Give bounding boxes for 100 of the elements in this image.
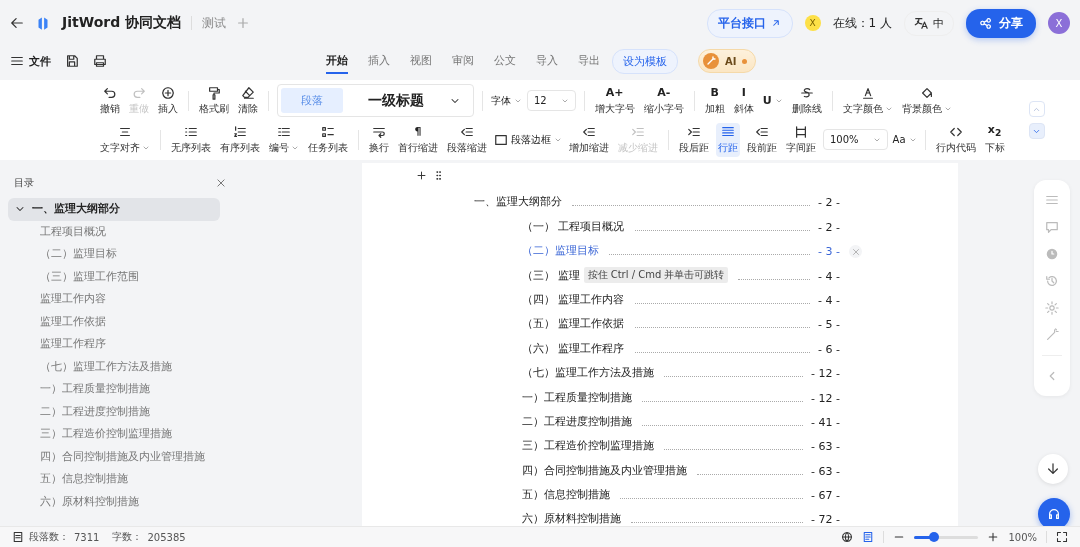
redo-icon [132, 85, 146, 100]
toc-entry[interactable]: 二）工程进度控制措施 [522, 413, 632, 429]
toolbar-button[interactable]: 插入 [156, 83, 180, 118]
page-number: - 5 - [818, 318, 840, 332]
document-icon [12, 531, 24, 543]
ribbon-tab[interactable]: 开始 [326, 48, 348, 74]
page-view-icon[interactable] [862, 531, 875, 543]
text-color-icon [860, 85, 875, 100]
toc-entry[interactable]: （二）监理目标 [522, 243, 599, 259]
toolbar-button[interactable]: 清除 [236, 83, 260, 118]
toolbar-button[interactable]: 格式刷 [197, 83, 231, 118]
underline-button[interactable]: U [760, 91, 785, 110]
select-field[interactable]: 12 [527, 90, 576, 111]
toc-entry[interactable]: （三） 监理 [522, 267, 581, 283]
outline-item[interactable]: 二）工程进度控制措施 [8, 400, 232, 423]
print-button[interactable] [93, 54, 107, 68]
outline-item[interactable]: 六）原材料控制措施 [8, 490, 232, 513]
toolbar-button[interactable]: ¶ 首行缩进 [396, 122, 440, 157]
dropdown[interactable]: Aa [892, 134, 917, 145]
outline-item[interactable]: 监理工作内容 [8, 288, 232, 311]
toolbar-button[interactable]: 无序列表 [169, 122, 213, 157]
back-button[interactable] [10, 16, 24, 30]
share-button[interactable]: 分享 [966, 8, 1036, 38]
toolbar-button[interactable]: B 加粗 [702, 83, 727, 118]
toolbar-button[interactable]: 增加缩进 [567, 122, 611, 157]
toolbar-button[interactable]: 撤销 [98, 83, 122, 118]
toolbar-button[interactable]: 段后距 [677, 122, 711, 157]
border-dropdown[interactable]: 段落边框 [494, 132, 562, 147]
menu-icon [10, 54, 24, 68]
select-field[interactable]: 100% [823, 129, 888, 150]
toc-entry[interactable]: 三）工程造价控制监理措施 [522, 438, 654, 454]
outline-item[interactable]: 四）合同控制措施及内业管理措施 [8, 445, 232, 468]
strikethrough-icon [799, 85, 814, 100]
page-number: - 41 - [811, 415, 840, 429]
toc-entry[interactable]: 一、监理大纲部分 [474, 194, 562, 210]
outline-item[interactable]: 一）工程质量控制措施 [8, 378, 232, 401]
toolbar-button[interactable]: 文字颜色 [840, 83, 895, 118]
page-number: - 12 - [811, 391, 840, 405]
user-avatar[interactable]: X [1048, 12, 1070, 34]
toc-entry[interactable]: 一）工程质量控制措施 [522, 389, 632, 405]
headset-icon [1047, 507, 1061, 521]
toc-entry[interactable]: 四）合同控制措施及内业管理措施 [522, 462, 687, 478]
scroll-down-button[interactable] [1038, 454, 1068, 484]
document-tab[interactable]: 测试 [202, 14, 227, 32]
toolbar-button[interactable]: 段前距 [745, 122, 779, 157]
toc-entry[interactable]: 六）原材料控制措施 [522, 511, 621, 526]
paragraph-style-select[interactable]: 段落 一级标题 [277, 84, 474, 117]
toolbar-button[interactable]: 背景颜色 [899, 83, 954, 118]
toolbar-button[interactable]: 字间距 [784, 122, 818, 157]
outline-item[interactable]: 工程项目概况 [8, 220, 232, 243]
add-block-icon[interactable] [416, 169, 427, 181]
ribbon-tab[interactable]: 插入 [368, 48, 390, 74]
globe-icon[interactable] [841, 531, 854, 543]
outline-item[interactable]: （二）监理目标 [8, 243, 232, 266]
ribbon-tab[interactable]: 导出 [578, 48, 600, 74]
toc-entry[interactable]: （六） 监理工作程序 [522, 340, 625, 356]
close-button[interactable] [216, 178, 226, 188]
outline-item[interactable]: （三）监理工作范围 [8, 265, 232, 288]
toolbar-button[interactable]: 文字对齐 [98, 122, 152, 157]
support-button[interactable] [1038, 498, 1070, 526]
outline-item[interactable]: 五）信息控制措施 [8, 468, 232, 491]
fullscreen-button[interactable] [1056, 531, 1068, 543]
toolbar-button[interactable]: 有序列表 [218, 122, 262, 157]
ribbon-tab[interactable]: 审阅 [452, 48, 474, 74]
toc-entry[interactable]: （四） 监理工作内容 [522, 291, 625, 307]
toolbar-button[interactable]: 行内代码 [933, 122, 978, 157]
dropdown[interactable]: 字体 [491, 93, 522, 108]
toolbar-button[interactable]: 任务列表 [306, 122, 350, 157]
outline-item[interactable]: 一、监理大纲部分 [8, 198, 220, 221]
toolbar-button[interactable]: 编号 [267, 122, 301, 157]
toolbar-button[interactable]: 行距 [716, 122, 740, 157]
toolbar-button[interactable]: I 斜体 [731, 83, 756, 118]
save-button[interactable] [65, 54, 79, 68]
page-number: - 4 - [818, 293, 840, 307]
toolbar-button[interactable]: A- 缩小字号 [641, 83, 686, 118]
toolbar-button[interactable]: 换行 [367, 122, 391, 157]
file-menu[interactable]: 文件 [10, 53, 51, 69]
remove-link-button[interactable] [849, 245, 862, 259]
toolbar-button[interactable]: A+ 增大字号 [592, 83, 637, 118]
outline-item[interactable]: 监理工作程序 [8, 333, 232, 356]
toc-entry[interactable]: （七）监理工作方法及措施 [522, 365, 654, 381]
toolbar-button[interactable]: 段落缩进 [445, 122, 489, 157]
toc-entry[interactable]: （五） 监理工作依据 [522, 316, 625, 332]
outline-item[interactable]: 三）工程造价控制监理措施 [8, 423, 232, 446]
toc-entry[interactable]: 五）信息控制措施 [522, 487, 610, 503]
outline-item[interactable]: 监理工作依据 [8, 310, 232, 333]
toolbar-button[interactable]: 删除线 [789, 83, 824, 118]
ai-button[interactable]: AI [698, 49, 757, 73]
toolbar-button[interactable]: x$_{2}$ 下标 [982, 122, 1007, 157]
zoom-slider[interactable] [914, 535, 979, 539]
set-template-button[interactable]: 设为模板 [612, 48, 678, 74]
ribbon-tab[interactable]: 导入 [536, 48, 558, 74]
ribbon-tab[interactable]: 公文 [494, 48, 516, 74]
platform-api-button[interactable]: 平台接口 [706, 8, 793, 38]
ribbon-tab[interactable]: 视图 [410, 48, 432, 74]
language-button[interactable]: 中 [904, 10, 954, 36]
zoom-in-button[interactable] [987, 531, 1000, 543]
plus-icon [987, 531, 1000, 543]
toc-entry[interactable]: （一） 工程项目概况 [522, 218, 625, 234]
outline-item[interactable]: （七）监理工作方法及措施 [8, 355, 232, 378]
